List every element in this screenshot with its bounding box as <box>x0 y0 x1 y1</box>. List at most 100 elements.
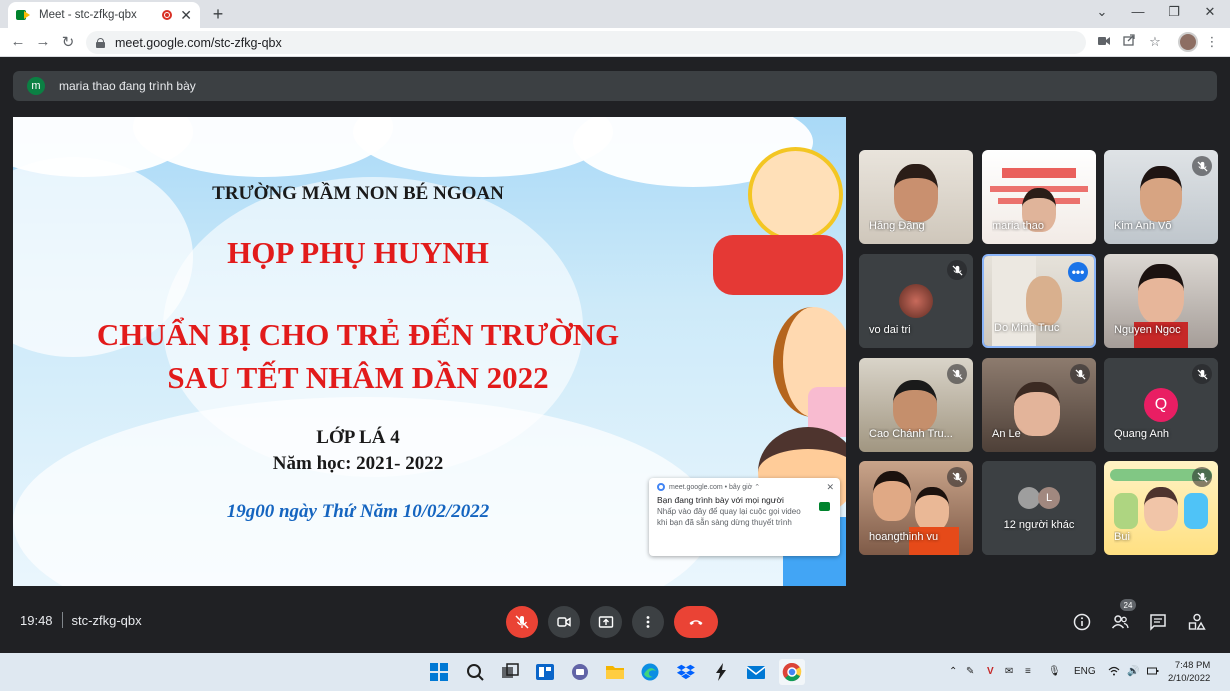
bookmark-star-icon[interactable]: ☆ <box>1146 34 1164 50</box>
participant-count-badge: 24 <box>1120 599 1136 611</box>
participant-name: Bui <box>1114 531 1130 543</box>
slide-school-name: TRƯỜNG MẦM NON BÉ NGOAN <box>212 183 504 204</box>
battery-icon[interactable] <box>1147 666 1159 679</box>
activities-shapes-icon <box>1188 613 1206 630</box>
more-options-button[interactable] <box>632 606 664 638</box>
participant-tile[interactable]: Q Quang Anh <box>1104 358 1218 452</box>
participant-name: Hằng Đặng <box>869 220 925 232</box>
wifi-icon[interactable] <box>1108 666 1120 679</box>
meeting-code: stc-zfkg-qbx <box>71 612 142 628</box>
menu-kebab-icon[interactable]: ⋮ <box>1203 34 1221 50</box>
tray-mic-icon[interactable]: 🎙 <box>1048 666 1061 677</box>
participant-tile[interactable]: hoangthinh vu <box>859 461 973 555</box>
leave-call-button[interactable] <box>674 606 718 638</box>
tray-expand-icon[interactable]: ⌃ <box>949 666 957 677</box>
url-text: meet.google.com/stc-zfkg-qbx <box>115 35 282 50</box>
participant-tile[interactable]: Bui <box>1104 461 1218 555</box>
present-screen-button[interactable] <box>590 606 622 638</box>
more-options-icon[interactable]: ••• <box>1068 262 1088 282</box>
notification-body: Nhấp vào đây để quay lại cuộc gọi video … <box>657 507 801 527</box>
mic-off-icon <box>947 364 967 384</box>
tray-ime-icon[interactable]: ≡ <box>1025 666 1031 677</box>
system-clock[interactable]: 7:48 PM 2/10/2022 <box>1168 659 1210 685</box>
address-bar[interactable]: meet.google.com/stc-zfkg-qbx <box>86 31 1086 54</box>
restore-button[interactable]: ❐ <box>1164 4 1184 20</box>
call-end-icon <box>689 620 703 625</box>
kid-illustration-1 <box>748 147 843 242</box>
mic-toggle-button[interactable] <box>506 606 538 638</box>
new-tab-button[interactable]: + <box>208 4 228 25</box>
meeting-clock: 19:48 <box>20 612 53 628</box>
task-view-icon[interactable] <box>500 662 520 682</box>
tab-close-icon[interactable]: ✕ <box>180 7 192 24</box>
participant-tile[interactable]: vo dai tri <box>859 254 973 348</box>
tray-gmail-icon[interactable]: ✉ <box>1005 666 1013 677</box>
participant-avatar <box>1018 487 1040 509</box>
presentation-stage: TRƯỜNG MẦM NON BÉ NGOAN HỌP PHỤ HUYNH CH… <box>13 117 846 586</box>
camera-toggle-button[interactable] <box>548 606 580 638</box>
tab-search-icon[interactable]: ⌄ <box>1092 4 1112 20</box>
presenter-text: maria thao đang trình bày <box>59 79 196 93</box>
profile-avatar[interactable] <box>1178 32 1198 52</box>
slide-title: HỌP PHỤ HUYNH <box>227 235 489 270</box>
meet-logo-icon <box>819 502 830 511</box>
people-button[interactable] <box>1109 611 1131 633</box>
minimize-button[interactable]: — <box>1128 4 1148 19</box>
volume-icon[interactable]: 🔊 <box>1127 666 1139 677</box>
search-icon[interactable] <box>465 662 485 682</box>
dropbox-icon[interactable] <box>676 662 696 682</box>
participant-tile[interactable]: An Le <box>982 358 1096 452</box>
meeting-info-button[interactable] <box>1071 611 1093 633</box>
participant-name: Quang Anh <box>1114 428 1170 440</box>
bolt-app-icon[interactable] <box>711 662 731 682</box>
chat-button[interactable] <box>1147 611 1169 633</box>
notification-close-icon[interactable]: ✕ <box>826 482 834 493</box>
chrome-taskbar-icon[interactable] <box>779 659 805 685</box>
slide-datetime: 19g00 ngày Thứ Năm 10/02/2022 <box>226 501 490 522</box>
share-icon[interactable] <box>1120 34 1138 49</box>
presenting-notification[interactable]: meet.google.com • bây giờ ⌃ Bạn đang trì… <box>649 478 840 556</box>
participant-avatar <box>899 284 933 318</box>
camera-icon[interactable] <box>1095 34 1113 49</box>
participant-tile[interactable]: Nguyen Ngoc <box>1104 254 1218 348</box>
teams-chat-icon[interactable] <box>570 662 590 682</box>
mic-off-icon <box>1192 364 1212 384</box>
others-tile[interactable]: L 12 người khác <box>982 461 1096 555</box>
file-explorer-icon[interactable] <box>605 662 625 682</box>
close-window-button[interactable]: ✕ <box>1200 4 1220 20</box>
mic-off-icon <box>947 260 967 280</box>
windows-start-icon[interactable] <box>429 662 449 682</box>
slide-subtitle-1: CHUẨN BỊ CHO TRẺ ĐẾN TRƯỜNG <box>96 317 620 352</box>
mail-icon[interactable] <box>746 662 766 682</box>
edge-browser-icon[interactable] <box>640 662 660 682</box>
participant-name: Kim Anh Võ <box>1114 220 1172 232</box>
recording-indicator-icon <box>162 10 173 20</box>
presenter-avatar: m <box>27 77 45 95</box>
forward-arrow-icon[interactable]: → <box>33 33 53 50</box>
tray-vivaldi-icon[interactable]: V <box>987 666 994 677</box>
participant-tile[interactable]: Kim Anh Võ <box>1104 150 1218 244</box>
browser-tab-meet[interactable]: Meet - stc-zfkg-qbx ✕ <box>8 2 200 28</box>
chat-icon <box>1150 614 1166 631</box>
participant-tile[interactable]: Hằng Đặng <box>859 150 973 244</box>
browser-toolbar: ← → ↻ meet.google.com/stc-zfkg-qbx ☆ ⋮ <box>0 28 1230 57</box>
participant-avatar: Q <box>1144 388 1178 422</box>
back-arrow-icon[interactable]: ← <box>8 33 28 50</box>
mic-off-icon <box>947 467 967 487</box>
mic-off-icon <box>1070 364 1090 384</box>
videocam-icon <box>557 617 571 627</box>
participant-tile[interactable]: maria thao <box>982 150 1096 244</box>
chrome-icon <box>657 483 665 491</box>
slide-school-year: Năm học: 2021- 2022 <box>272 453 444 474</box>
notification-source: meet.google.com • bây giờ ⌃ <box>669 484 761 491</box>
lock-icon[interactable] <box>96 37 105 48</box>
language-indicator[interactable]: ENG <box>1074 666 1096 677</box>
participant-tile[interactable]: Cao Chánh Tru... <box>859 358 973 452</box>
activities-button[interactable] <box>1186 611 1208 633</box>
widgets-icon[interactable] <box>535 662 555 682</box>
participant-name: maria thao <box>992 220 1044 232</box>
participant-tile-active[interactable]: ••• Do Minh Truc <box>982 254 1096 348</box>
tray-app-icon[interactable]: ✎ <box>966 666 974 677</box>
tab-title: Meet - stc-zfkg-qbx <box>39 9 137 21</box>
reload-icon[interactable]: ↻ <box>58 33 78 51</box>
